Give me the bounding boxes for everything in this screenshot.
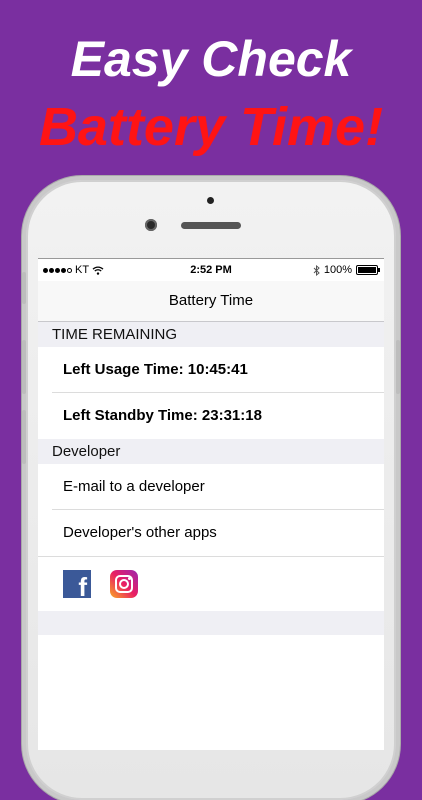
section-header-developer: Developer [38, 439, 384, 464]
mute-switch [22, 272, 26, 304]
front-camera [145, 219, 157, 231]
status-bar: KT 2:52 PM 100% [38, 258, 384, 281]
battery-icon [356, 265, 380, 275]
left-usage-time-row: Left Usage Time: 10:45:41 [38, 347, 384, 393]
power-button [396, 340, 400, 394]
volume-down-button [22, 410, 26, 464]
left-standby-time-row: Left Standby Time: 23:31:18 [38, 393, 384, 439]
status-right: 100% [313, 264, 380, 276]
phone-screen: KT 2:52 PM 100% Battery Time TIME REMAIN… [38, 258, 384, 750]
email-developer-row[interactable]: E-mail to a developer [38, 464, 384, 510]
nav-bar-title: Battery Time [38, 281, 384, 322]
section-header-time-remaining: TIME REMAINING [38, 322, 384, 347]
table-footer [38, 611, 384, 635]
proximity-sensor [207, 197, 214, 204]
volume-up-button [22, 340, 26, 394]
battery-percent: 100% [323, 264, 352, 276]
instagram-icon[interactable] [110, 570, 138, 598]
developer-other-apps-row[interactable]: Developer's other apps [38, 510, 384, 556]
promo-headline-line2: Battery Time! [38, 97, 384, 157]
earpiece-speaker [181, 222, 241, 229]
social-links-row: f [38, 556, 384, 611]
bluetooth-icon [313, 264, 320, 276]
facebook-icon[interactable]: f [63, 570, 91, 598]
promo-headline-line1: Easy Check [70, 31, 352, 87]
